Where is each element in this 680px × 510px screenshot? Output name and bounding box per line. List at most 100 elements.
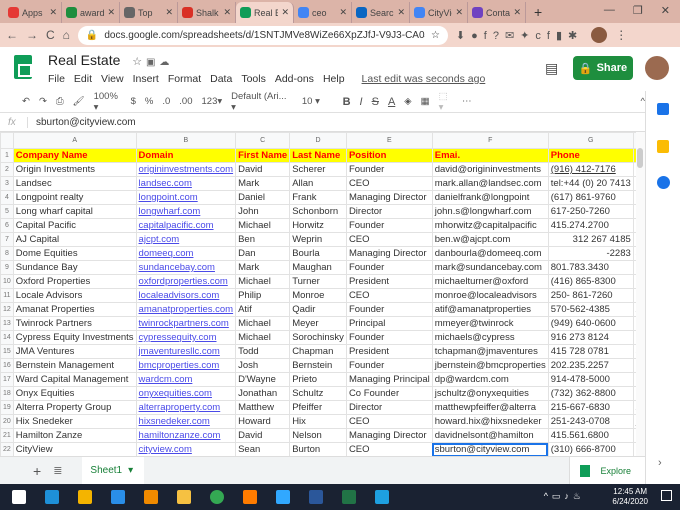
cell[interactable]: Bourla [289,246,347,261]
column-header[interactable]: F [431,132,549,149]
fill-color-icon[interactable]: ◈ [404,96,411,107]
cell[interactable]: localeadvisors.com [135,288,237,303]
cell[interactable]: Dan [235,246,291,261]
cell[interactable]: matthewpfeiffer@alterra [431,400,549,415]
cell[interactable]: Oxford Properties [12,274,137,289]
column-header[interactable]: D [289,132,347,149]
new-tab-button[interactable]: + [526,4,550,23]
cell[interactable]: Ward Capital Management [12,372,137,387]
merge-cells-icon[interactable]: ⬚ ▾ [439,91,453,113]
cell[interactable]: jbernstein@bmcproperties [431,358,549,373]
cell[interactable]: mmeyer@twinrock [431,316,549,331]
cell[interactable]: 916 273 8124 [547,330,634,345]
cell[interactable]: Howard [235,414,291,429]
column-header[interactable]: E [345,132,433,149]
home-icon[interactable]: ⌂ [63,28,70,42]
header-cell[interactable]: Position [345,148,433,163]
cell[interactable]: twinrockpartners.com [135,316,237,331]
cell[interactable]: Frank [289,190,347,205]
cell[interactable]: ajcpt.com [135,232,237,247]
cell[interactable]: CityView [12,442,137,456]
browser-tab[interactable]: Real Estate✕ [236,2,294,23]
extensions-area[interactable]: ⬇●f?✉✦cf▮✱ [456,29,583,42]
select-all-corner[interactable] [0,132,14,149]
cell[interactable]: Principal [345,316,433,331]
row-number[interactable]: 3 [0,176,14,191]
cell[interactable]: CEO [345,442,433,456]
tab-close-icon[interactable]: ✕ [107,7,115,18]
cell[interactable]: landsec.com [135,176,237,191]
cell[interactable]: Founder [345,162,433,177]
cell[interactable]: Josh [235,358,291,373]
cell[interactable]: Matthew [235,400,291,415]
header-cell[interactable]: Phone [547,148,634,163]
header-cell[interactable]: Domain [135,148,237,163]
menu-file[interactable]: File [48,73,65,85]
expand-panel-icon[interactable]: › [658,457,662,469]
cell[interactable]: amanatproperties.com [135,302,237,317]
cell[interactable]: monroe@localeadvisors [431,288,549,303]
menu-insert[interactable]: Insert [133,73,159,85]
cell[interactable]: wardcm.com [135,372,237,387]
menu-edit[interactable]: Edit [74,73,92,85]
cell[interactable]: Cypress Equity Investments [12,330,137,345]
browser-tab[interactable]: CityView✕ [410,2,468,23]
cell[interactable]: (949) 640-0600 [547,316,634,331]
cell[interactable]: 250- 861-7260 [547,288,634,303]
cell[interactable]: Mark [235,260,291,275]
cell[interactable]: Daniel [235,190,291,205]
taskbar-excel-icon[interactable] [342,490,356,504]
cell[interactable]: (310) 666-8700 [547,442,634,456]
cell[interactable]: origininvestments.com [135,162,237,177]
cell[interactable]: Landsec [12,176,137,191]
cell[interactable]: 914-478-5000 [547,372,634,387]
taskbar-edge-icon[interactable] [45,490,59,504]
cell[interactable]: Michael [235,218,291,233]
cell[interactable]: Todd [235,344,291,359]
cell[interactable]: Allan [289,176,347,191]
cell[interactable]: Atif [235,302,291,317]
cell[interactable]: CEO [345,414,433,429]
cell[interactable]: hamiltonzanze.com [135,428,237,443]
cell[interactable]: dp@wardcm.com [431,372,549,387]
account-avatar[interactable] [645,56,669,80]
last-edit-link[interactable]: Last edit was seconds ago [362,73,486,85]
cell[interactable]: 202.235.2257 [547,358,634,373]
cell[interactable]: michaelturner@oxford [431,274,549,289]
browser-tab[interactable]: Contact✕ [468,2,526,23]
cell[interactable]: sburton@cityview.com [431,442,549,456]
cell[interactable]: Managing Principal [345,372,433,387]
all-sheets-icon[interactable]: ≣ [53,464,62,477]
cell[interactable]: Weprin [289,232,347,247]
cell[interactable]: (416) 865-8300 [547,274,634,289]
menu-add-ons[interactable]: Add-ons [275,73,314,85]
cell[interactable]: capitalpacific.com [135,218,237,233]
currency-button[interactable]: $ [131,96,136,107]
document-title[interactable]: Real Estate ☆ ▣ ☁ [48,52,169,68]
cell[interactable]: Long wharf capital [12,204,137,219]
cell[interactable]: Hamilton Zanze [12,428,137,443]
row-number[interactable]: 17 [0,372,14,387]
redo-icon[interactable]: ↷ [39,96,47,107]
cell[interactable]: Managing Director [345,428,433,443]
zoom-select[interactable]: 100% ▾ [94,91,122,113]
paint-format-icon[interactable]: 🖌 [73,96,85,107]
row-number[interactable]: 12 [0,302,14,317]
cell[interactable]: hixsnedeker.com [135,414,237,429]
sheet-tab-sheet1[interactable]: Sheet1 ▾ [82,456,145,485]
decrease-decimal-button[interactable]: .0 [162,96,170,107]
cell[interactable]: Burton [289,442,347,456]
cell[interactable]: David [235,162,291,177]
cell[interactable]: 801.783.3430 [547,260,634,275]
taskbar-photoshop-icon[interactable] [276,490,290,504]
cell[interactable]: President [345,274,433,289]
menu-help[interactable]: Help [323,73,345,85]
cell[interactable]: Director [345,400,433,415]
cell[interactable]: Schultz [289,386,347,401]
taskbar-windows-icon[interactable] [12,490,26,504]
cell[interactable]: D'Wayne [235,372,291,387]
forward-icon[interactable]: → [26,28,38,42]
comments-icon[interactable]: ▤ [545,60,558,77]
cell[interactable]: oxfordproperties.com [135,274,237,289]
browser-tab[interactable]: Apps ✕ [4,2,62,23]
